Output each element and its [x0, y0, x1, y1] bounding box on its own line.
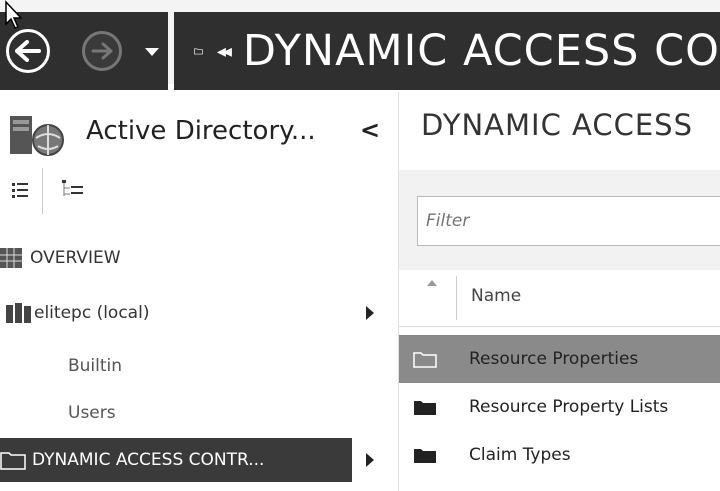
expand-elitepc-icon[interactable] — [366, 306, 374, 320]
list-item-label: Resource Properties — [469, 349, 639, 369]
tree-item-users[interactable]: Users — [0, 391, 352, 435]
list-view-tab[interactable] — [0, 168, 43, 214]
mouse-cursor-icon — [5, 0, 23, 29]
content-title: DYNAMIC ACCESS — [421, 108, 693, 142]
tree-item-label: DYNAMIC ACCESS CONTR... — [32, 450, 265, 470]
expand-dynamic-access-icon[interactable] — [366, 453, 374, 467]
tree-item-overview[interactable]: OVERVIEW — [0, 236, 352, 280]
tree-item-dynamic-access-control[interactable]: DYNAMIC ACCESS CONTR... — [0, 438, 352, 482]
history-dropdown-icon[interactable] — [145, 48, 159, 56]
active-directory-icon — [10, 116, 64, 156]
forward-arrow-icon — [91, 42, 113, 60]
breadcrumb-chevron-icon[interactable]: ◂◂ — [217, 41, 232, 62]
domain-icon — [6, 303, 31, 323]
breadcrumb[interactable]: ◂◂ DYNAMIC ACCESS CO — [174, 12, 720, 90]
tree-item-label: Users — [68, 403, 116, 423]
pane-header: Active Directory... < — [0, 106, 398, 160]
list-item-label: Claim Types — [469, 445, 571, 465]
breadcrumb-folder-icon — [194, 48, 203, 55]
tree-item-label: Builtin — [68, 356, 123, 376]
content-pane: DYNAMIC ACCESS Name Resource Properties … — [399, 92, 720, 491]
folder-icon — [414, 449, 436, 463]
navigation-buttons — [0, 12, 168, 90]
title-bar: ◂◂ DYNAMIC ACCESS CO — [0, 0, 720, 90]
column-separator[interactable] — [456, 276, 457, 320]
list-item[interactable]: Resource Properties — [399, 335, 720, 383]
list-item[interactable]: Resource Property Lists — [399, 383, 720, 431]
column-header[interactable]: Name — [399, 270, 720, 327]
filter-box — [417, 196, 720, 246]
filter-input[interactable] — [418, 197, 720, 245]
list-item-label: Resource Property Lists — [469, 397, 669, 417]
list-view-icon — [12, 183, 28, 198]
tree-item-builtin[interactable]: Builtin — [0, 344, 352, 388]
overview-grid-icon — [0, 248, 22, 268]
breadcrumb-title[interactable]: DYNAMIC ACCESS CO — [243, 26, 720, 76]
folder-icon — [0, 452, 26, 470]
folder-icon — [413, 352, 437, 368]
navigation-pane: Active Directory... < OVERVIEW elitepc (… — [0, 92, 399, 491]
tree-item-elitepc[interactable]: elitepc (local) — [0, 291, 352, 335]
back-button[interactable] — [6, 29, 50, 73]
back-arrow-icon — [15, 40, 41, 62]
column-name-label: Name — [471, 286, 522, 306]
list-item[interactable]: Claim Types — [399, 431, 720, 479]
collapse-pane-button[interactable]: < — [360, 116, 380, 144]
tree-item-label: OVERVIEW — [30, 248, 121, 268]
sort-ascending-icon — [427, 280, 437, 286]
view-tabs — [0, 168, 398, 214]
tree-view-tab[interactable] — [62, 180, 84, 198]
folder-icon — [414, 401, 436, 415]
tree-item-label: elitepc (local) — [34, 303, 150, 323]
pane-title: Active Directory... — [86, 116, 316, 146]
forward-button[interactable] — [82, 31, 122, 71]
